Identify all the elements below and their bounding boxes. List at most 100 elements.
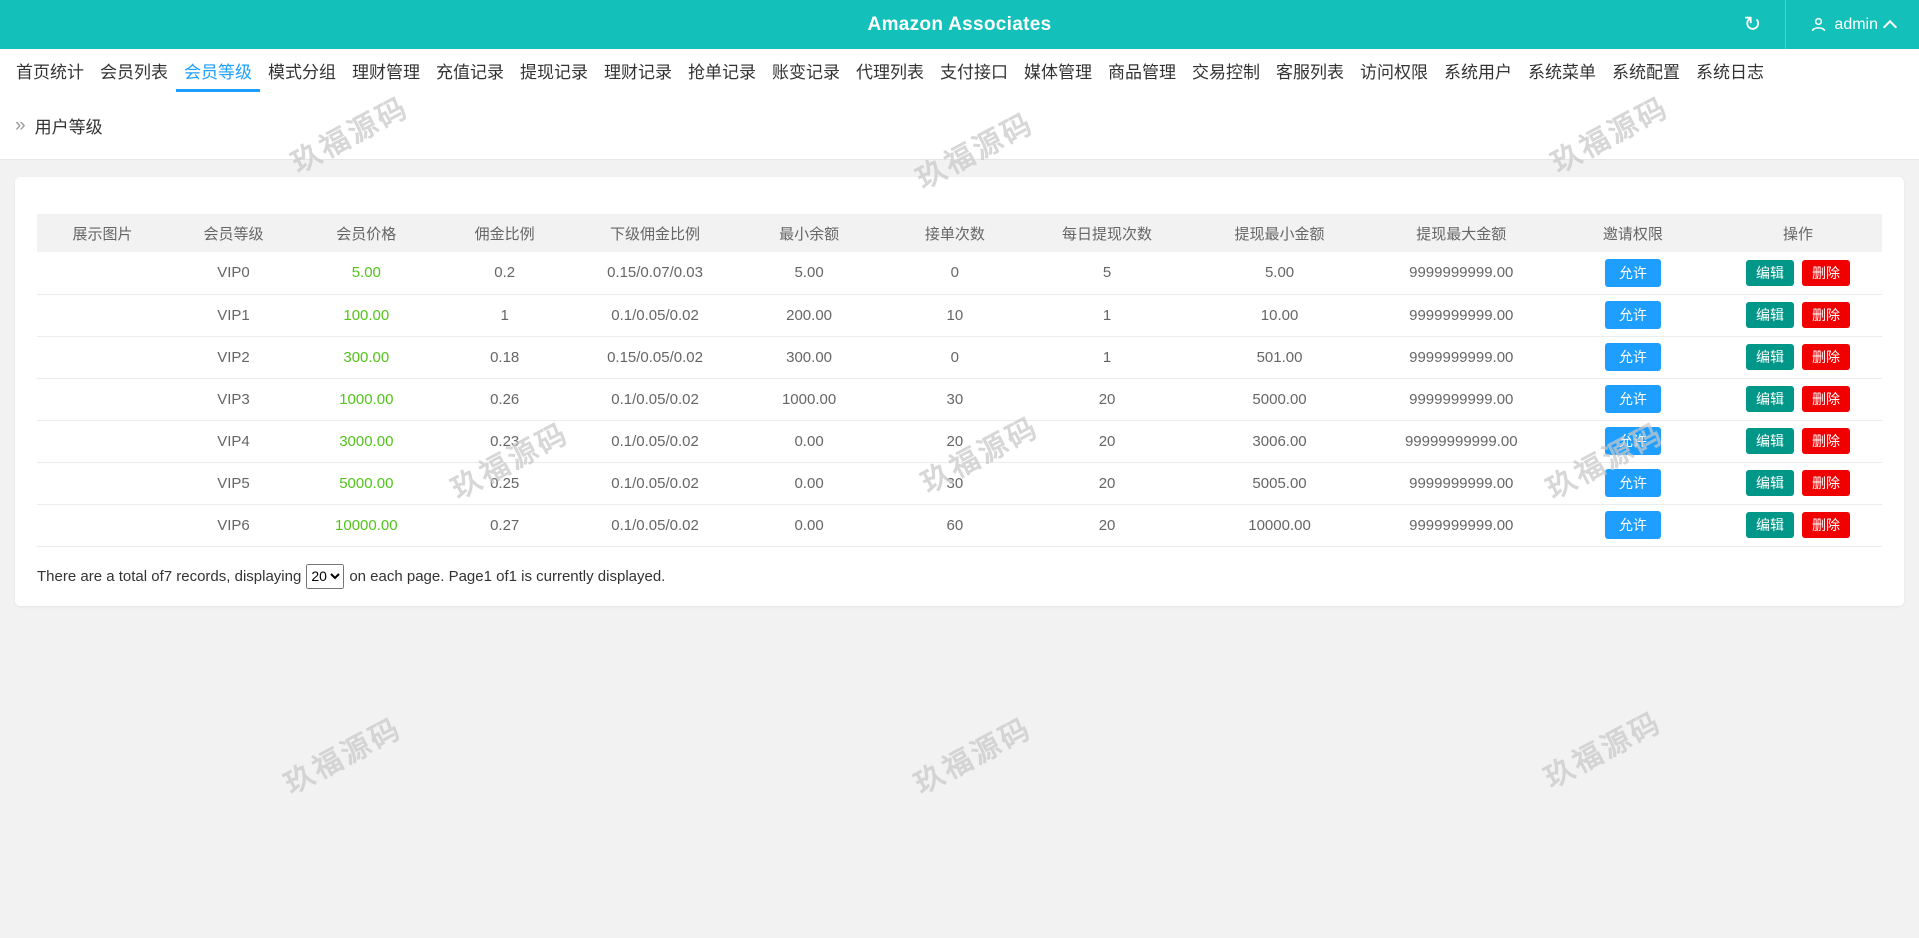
cell-sub-commission: 0.15/0.07/0.03 [576, 252, 735, 294]
cell-image [37, 252, 168, 294]
nav-tab-14[interactable]: 商品管理 [1100, 49, 1184, 92]
username-label: admin [1834, 16, 1878, 34]
nav-tab-2[interactable]: 会员列表 [92, 49, 176, 92]
nav-tab-1[interactable]: 首页统计 [8, 49, 92, 92]
nav-tab-18[interactable]: 系统用户 [1436, 49, 1520, 92]
allow-button[interactable]: 允许 [1605, 385, 1661, 413]
nav-tab-4[interactable]: 模式分组 [260, 49, 344, 92]
nav-tab-20[interactable]: 系统配置 [1604, 49, 1688, 92]
user-menu[interactable]: admin [1786, 0, 1919, 49]
cell-daily-withdrawals: 5 [1026, 252, 1188, 294]
edit-button[interactable]: 编辑 [1746, 302, 1794, 328]
nav-tab-11[interactable]: 代理列表 [848, 49, 932, 92]
table-row: VIP31000.000.260.1/0.05/0.021000.0030205… [37, 378, 1882, 420]
nav-tab-15[interactable]: 交易控制 [1184, 49, 1268, 92]
cell-actions: 编辑删除 [1714, 294, 1882, 336]
pagination-prefix: There are a total of7 records, displayin… [37, 568, 301, 585]
edit-button[interactable]: 编辑 [1746, 344, 1794, 370]
cell-image [37, 294, 168, 336]
delete-button[interactable]: 删除 [1802, 260, 1850, 286]
table-row: VIP05.000.20.15/0.07/0.035.00055.0099999… [37, 252, 1882, 294]
nav-tab-17[interactable]: 访问权限 [1352, 49, 1436, 92]
table-row: VIP55000.000.250.1/0.05/0.020.0030205005… [37, 462, 1882, 504]
pagination-bar: There are a total of7 records, displayin… [37, 564, 1882, 589]
cell-commission: 1 [434, 294, 576, 336]
cell-invite-permission: 允许 [1552, 420, 1714, 462]
refresh-icon[interactable]: ↻ [1719, 0, 1785, 49]
cell-min-withdrawal: 10000.00 [1188, 504, 1371, 546]
column-header: 接单次数 [884, 214, 1026, 252]
column-header: 操作 [1714, 214, 1882, 252]
edit-button[interactable]: 编辑 [1746, 428, 1794, 454]
pagination-suffix: on each page. Page1 of1 is currently dis… [349, 568, 665, 585]
cell-price: 10000.00 [299, 504, 434, 546]
cell-level: VIP6 [168, 504, 299, 546]
breadcrumb-arrow-icon: » [15, 115, 26, 137]
cell-max-withdrawal: 9999999999.00 [1371, 294, 1552, 336]
cell-sub-commission: 0.15/0.05/0.02 [576, 336, 735, 378]
nav-tab-9[interactable]: 抢单记录 [680, 49, 764, 92]
header-right: ↻ admin [1719, 0, 1919, 49]
cell-min-balance: 300.00 [734, 336, 883, 378]
cell-min-withdrawal: 5.00 [1188, 252, 1371, 294]
cell-invite-permission: 允许 [1552, 504, 1714, 546]
allow-button[interactable]: 允许 [1605, 301, 1661, 329]
cell-min-balance: 0.00 [734, 420, 883, 462]
allow-button[interactable]: 允许 [1605, 259, 1661, 287]
nav-tab-5[interactable]: 理财管理 [344, 49, 428, 92]
cell-commission: 0.18 [434, 336, 576, 378]
column-header: 邀请权限 [1552, 214, 1714, 252]
delete-button[interactable]: 删除 [1802, 428, 1850, 454]
nav-tab-6[interactable]: 充值记录 [428, 49, 512, 92]
cell-order-count: 60 [884, 504, 1026, 546]
edit-button[interactable]: 编辑 [1746, 260, 1794, 286]
nav-tab-10[interactable]: 账变记录 [764, 49, 848, 92]
app-title: Amazon Associates [0, 14, 1919, 36]
allow-button[interactable]: 允许 [1605, 511, 1661, 539]
nav-tab-8[interactable]: 理财记录 [596, 49, 680, 92]
allow-button[interactable]: 允许 [1605, 427, 1661, 455]
watermark: 玖福源码 [906, 705, 1039, 802]
cell-max-withdrawal: 9999999999.00 [1371, 504, 1552, 546]
cell-actions: 编辑删除 [1714, 504, 1882, 546]
cell-invite-permission: 允许 [1552, 294, 1714, 336]
delete-button[interactable]: 删除 [1802, 386, 1850, 412]
edit-button[interactable]: 编辑 [1746, 386, 1794, 412]
nav-tab-16[interactable]: 客服列表 [1268, 49, 1352, 92]
nav-tab-21[interactable]: 系统日志 [1688, 49, 1772, 92]
cell-sub-commission: 0.1/0.05/0.02 [576, 294, 735, 336]
cell-daily-withdrawals: 1 [1026, 336, 1188, 378]
allow-button[interactable]: 允许 [1605, 469, 1661, 497]
cell-level: VIP2 [168, 336, 299, 378]
allow-button[interactable]: 允许 [1605, 343, 1661, 371]
cell-min-balance: 0.00 [734, 504, 883, 546]
cell-sub-commission: 0.1/0.05/0.02 [576, 462, 735, 504]
column-header: 会员等级 [168, 214, 299, 252]
edit-button[interactable]: 编辑 [1746, 512, 1794, 538]
cell-order-count: 20 [884, 420, 1026, 462]
nav-tab-12[interactable]: 支付接口 [932, 49, 1016, 92]
cell-price: 5000.00 [299, 462, 434, 504]
table-body: VIP05.000.20.15/0.07/0.035.00055.0099999… [37, 252, 1882, 546]
nav-tab-3[interactable]: 会员等级 [176, 49, 260, 92]
cell-min-withdrawal: 10.00 [1188, 294, 1371, 336]
cell-max-withdrawal: 9999999999.00 [1371, 336, 1552, 378]
edit-button[interactable]: 编辑 [1746, 470, 1794, 496]
column-header: 提现最大金额 [1371, 214, 1552, 252]
top-header: Amazon Associates ↻ admin [0, 0, 1919, 49]
cell-min-balance: 1000.00 [734, 378, 883, 420]
nav-bar: 首页统计会员列表会员等级模式分组理财管理充值记录提现记录理财记录抢单记录账变记录… [0, 49, 1919, 92]
page-size-select[interactable]: 20 [306, 564, 344, 589]
cell-max-withdrawal: 9999999999.00 [1371, 252, 1552, 294]
nav-tab-13[interactable]: 媒体管理 [1016, 49, 1100, 92]
delete-button[interactable]: 删除 [1802, 470, 1850, 496]
delete-button[interactable]: 删除 [1802, 512, 1850, 538]
nav-tab-7[interactable]: 提现记录 [512, 49, 596, 92]
cell-min-balance: 0.00 [734, 462, 883, 504]
delete-button[interactable]: 删除 [1802, 344, 1850, 370]
nav-tab-19[interactable]: 系统菜单 [1520, 49, 1604, 92]
cell-invite-permission: 允许 [1552, 462, 1714, 504]
delete-button[interactable]: 删除 [1802, 302, 1850, 328]
cell-sub-commission: 0.1/0.05/0.02 [576, 504, 735, 546]
column-header: 佣金比例 [434, 214, 576, 252]
